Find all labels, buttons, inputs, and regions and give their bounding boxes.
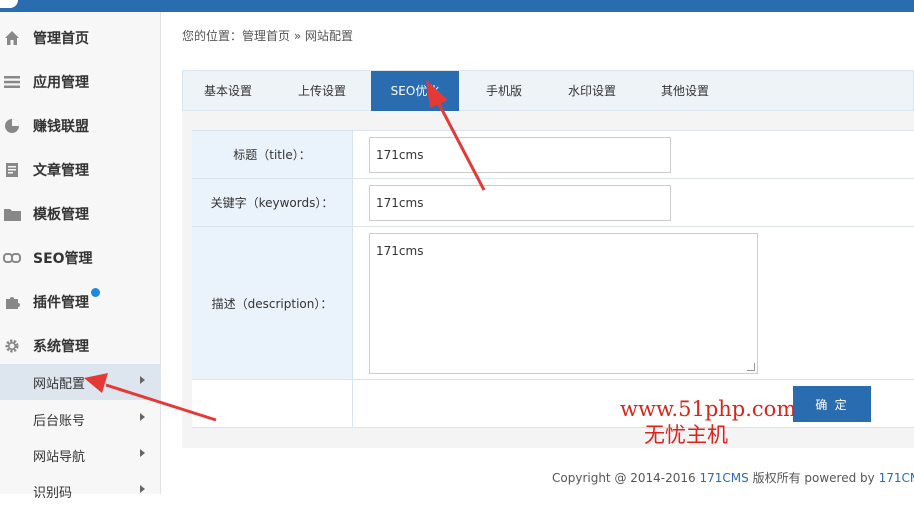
annotation-arrow-sidebar	[84, 373, 217, 422]
annotation-arrows	[84, 80, 486, 422]
annotation-arrow-tab	[426, 80, 486, 191]
